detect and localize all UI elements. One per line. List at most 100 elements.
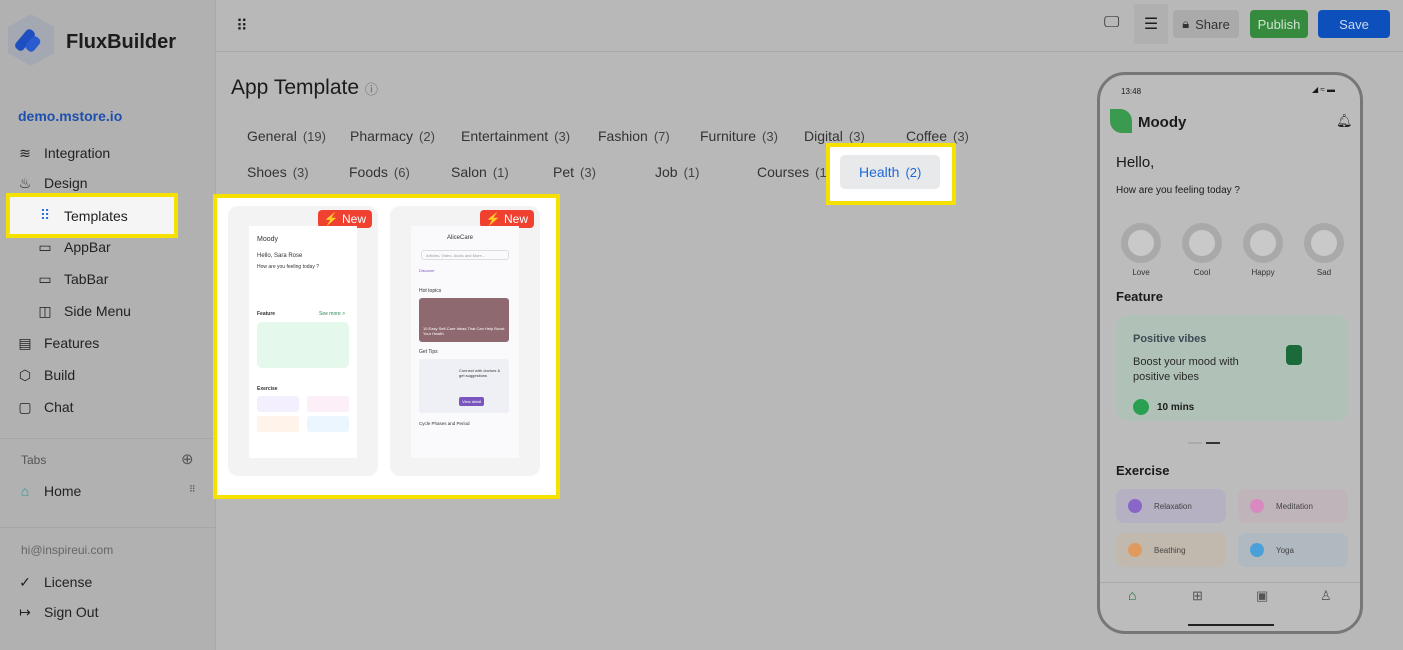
exercise-relaxation[interactable]: Relaxation bbox=[1116, 489, 1226, 523]
nav-grid-icon[interactable]: ⊞ bbox=[1192, 588, 1203, 604]
label: Relaxation bbox=[1154, 501, 1192, 511]
category-digital[interactable]: Digital (3) bbox=[804, 128, 865, 144]
category-label: Job bbox=[655, 164, 678, 180]
category-entertainment[interactable]: Entertainment (3) bbox=[461, 128, 570, 144]
grid-dots-icon: ⠿ bbox=[39, 207, 51, 223]
nav-home-icon[interactable]: ⌂ bbox=[1128, 587, 1136, 603]
label: Side Menu bbox=[64, 303, 131, 319]
category-label: General bbox=[247, 128, 297, 144]
mini-search: Articles, Video, Audio and More... bbox=[421, 250, 509, 260]
exercise-breathing[interactable]: Beathing bbox=[1116, 533, 1226, 567]
status-time: 13:48 bbox=[1121, 87, 1142, 96]
label: Cool bbox=[1193, 268, 1211, 277]
category-count: (1) bbox=[492, 165, 509, 180]
label: Integration bbox=[44, 145, 111, 161]
license-link[interactable]: ✓ License bbox=[0, 568, 216, 596]
walking-illustration bbox=[1286, 345, 1302, 365]
category-label: Digital bbox=[804, 128, 843, 144]
card-text: Boost your mood with positive vibes bbox=[1133, 356, 1239, 383]
card-title: Positive vibes bbox=[1133, 333, 1207, 345]
label: Sign Out bbox=[44, 604, 99, 620]
category-count: (3) bbox=[554, 129, 571, 144]
label: Features bbox=[44, 335, 100, 351]
drag-handle-icon[interactable]: ⠿ bbox=[189, 484, 196, 495]
mood-happy[interactable]: Happy bbox=[1243, 223, 1283, 277]
mood-love[interactable]: Love bbox=[1121, 223, 1161, 277]
user-email: hi@inspireui.com bbox=[21, 543, 114, 557]
sidebar: FluxBuilder demo.mstore.io ≋ Integration … bbox=[0, 0, 216, 650]
bell-icon[interactable]: 🔔︎ bbox=[1336, 113, 1353, 129]
category-job[interactable]: Job (1) bbox=[655, 164, 699, 180]
category-furniture[interactable]: Furniture (3) bbox=[700, 128, 778, 144]
mood-question: How are you feeling today ? bbox=[1116, 185, 1240, 196]
add-tab-icon[interactable]: ⊕ bbox=[181, 450, 194, 468]
category-general[interactable]: General (19) bbox=[247, 128, 326, 144]
sidebar-item-tabbar[interactable]: ▭ TabBar bbox=[0, 265, 216, 293]
exercise-yoga[interactable]: Yoga bbox=[1238, 533, 1348, 567]
nav-profile-icon[interactable]: ♙ bbox=[1320, 588, 1332, 604]
category-foods[interactable]: Foods (6) bbox=[349, 164, 410, 180]
share-button[interactable]: 🔒︎ Share bbox=[1173, 10, 1239, 38]
phone-preview: 13:48 ◢ ≈ ▬ Moody 🔔︎ Hello, How are you … bbox=[1097, 72, 1363, 634]
layers-icon: ≋ bbox=[19, 144, 31, 161]
app-name: Moody bbox=[1138, 114, 1187, 131]
category-count: (3) bbox=[848, 129, 865, 144]
category-fashion[interactable]: Fashion (7) bbox=[598, 128, 670, 144]
category-label: Pharmacy bbox=[350, 128, 414, 144]
publish-button[interactable]: Publish bbox=[1250, 10, 1308, 38]
sidebar-item-templates[interactable]: ⠿ Templates bbox=[6, 193, 178, 238]
category-label: Pet bbox=[553, 164, 575, 180]
chat-icon: ▢ bbox=[18, 398, 32, 415]
label: Yoga bbox=[1276, 545, 1294, 555]
template-card-moody[interactable]: ⚡ New Moody Hello, Sara Rose How are you… bbox=[228, 206, 378, 476]
sidebar-item-side-menu[interactable]: ◫ Side Menu bbox=[0, 297, 216, 325]
category-salon[interactable]: Salon (1) bbox=[451, 164, 509, 180]
category-count: (6) bbox=[393, 165, 410, 180]
mini-app-name: Moody bbox=[257, 236, 279, 243]
category-label: Salon bbox=[451, 164, 487, 180]
category-health[interactable]: Health (2) bbox=[840, 155, 941, 189]
sign-out-link[interactable]: ↦ Sign Out bbox=[0, 598, 216, 626]
category-shoes[interactable]: Shoes (3) bbox=[247, 164, 309, 180]
sidebar-item-design[interactable]: ♨ Design bbox=[0, 169, 216, 197]
category-label: Furniture bbox=[700, 128, 757, 144]
mood-sad[interactable]: Sad bbox=[1304, 223, 1344, 277]
sidebar-item-chat[interactable]: ▢ Chat bbox=[0, 393, 216, 421]
carousel-indicator bbox=[1206, 442, 1220, 444]
template-card-alicecare[interactable]: ⚡ New AliceCare Articles, Video, Audio a… bbox=[390, 206, 540, 476]
list-view-button[interactable]: ☰ bbox=[1134, 4, 1168, 44]
category-count: (3) bbox=[292, 165, 309, 180]
badge-text: New bbox=[341, 212, 366, 226]
tabs-heading: Tabs bbox=[21, 453, 47, 467]
template-preview: Moody Hello, Sara Rose How are you feeli… bbox=[249, 226, 357, 458]
play-icon[interactable] bbox=[1133, 399, 1149, 415]
sidebar-item-features[interactable]: ▤ Features bbox=[0, 329, 216, 357]
nav-calendar-icon[interactable]: ▣ bbox=[1256, 588, 1268, 604]
apps-grid-icon[interactable]: ⠿ bbox=[236, 16, 248, 36]
save-button[interactable]: Save bbox=[1318, 10, 1390, 38]
template-list: ⚡ New Moody Hello, Sara Rose How are you… bbox=[213, 194, 560, 499]
category-pharmacy[interactable]: Pharmacy (2) bbox=[350, 128, 435, 144]
mood-cool[interactable]: Cool bbox=[1182, 223, 1222, 277]
palette-icon: ♨ bbox=[18, 174, 32, 191]
category-coffee[interactable]: Coffee (3) bbox=[906, 128, 969, 144]
desktop-icon[interactable]: 🖵 bbox=[1104, 14, 1119, 32]
duration: 10 mins bbox=[1157, 402, 1195, 413]
category-pet[interactable]: Pet (3) bbox=[553, 164, 596, 180]
tabbar-icon: ▭ bbox=[38, 270, 52, 287]
feature-card[interactable]: Positive vibes Boost your mood with posi… bbox=[1116, 315, 1348, 421]
mini-see-more: See more > bbox=[319, 311, 345, 317]
exercise-meditation[interactable]: Meditation bbox=[1238, 489, 1348, 523]
category-count: (2) bbox=[905, 165, 922, 180]
label: Templates bbox=[64, 207, 128, 224]
title-text: App Template bbox=[231, 76, 360, 99]
category-courses[interactable]: Courses(1) bbox=[757, 164, 827, 180]
mini-hot-topics: Hot topics bbox=[419, 288, 442, 294]
mini-app-name: AliceCare bbox=[447, 235, 474, 241]
sidebar-item-integration[interactable]: ≋ Integration bbox=[0, 139, 216, 167]
sidebar-item-build[interactable]: ⬡ Build bbox=[0, 361, 216, 389]
site-link[interactable]: demo.mstore.io bbox=[18, 108, 122, 124]
sidebar-item-appbar[interactable]: ▭ AppBar bbox=[0, 233, 216, 261]
info-icon[interactable]: ⓘ bbox=[365, 82, 378, 97]
tab-item-home[interactable]: ⌂ Home bbox=[0, 477, 216, 505]
